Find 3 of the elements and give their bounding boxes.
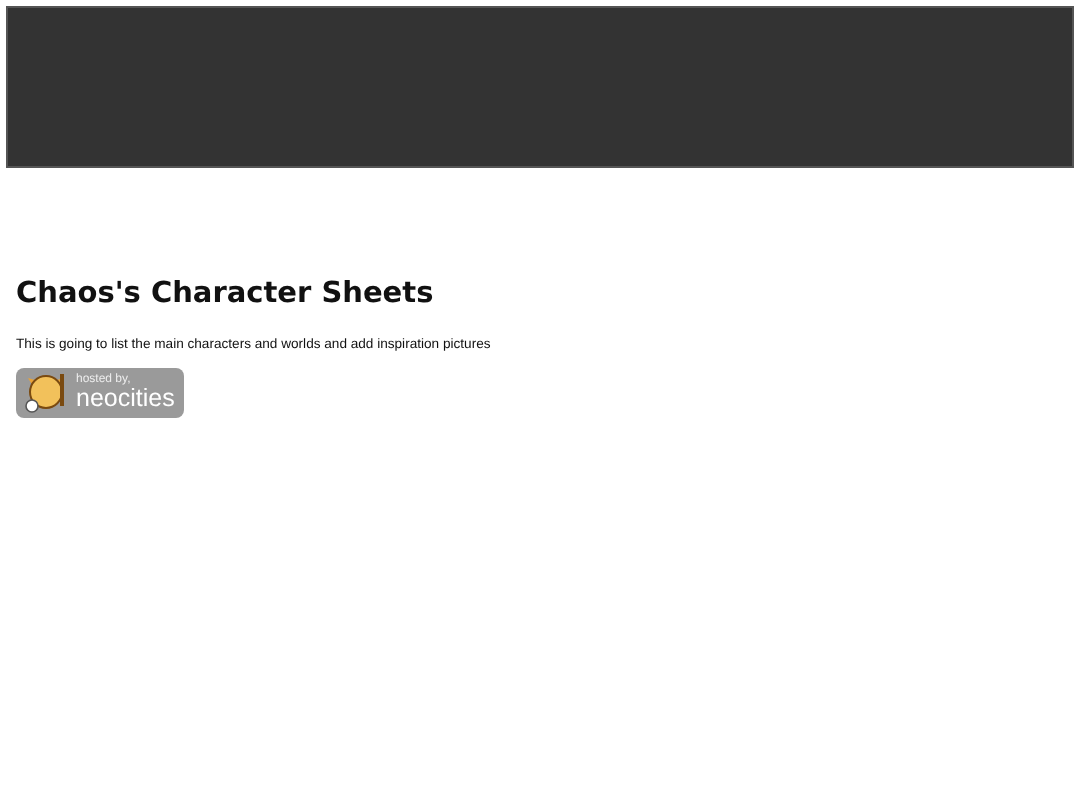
cat-figure-icon xyxy=(22,370,70,415)
page-title: Chaos's Character Sheets xyxy=(16,278,436,313)
neocities-label: neocities xyxy=(76,385,175,411)
